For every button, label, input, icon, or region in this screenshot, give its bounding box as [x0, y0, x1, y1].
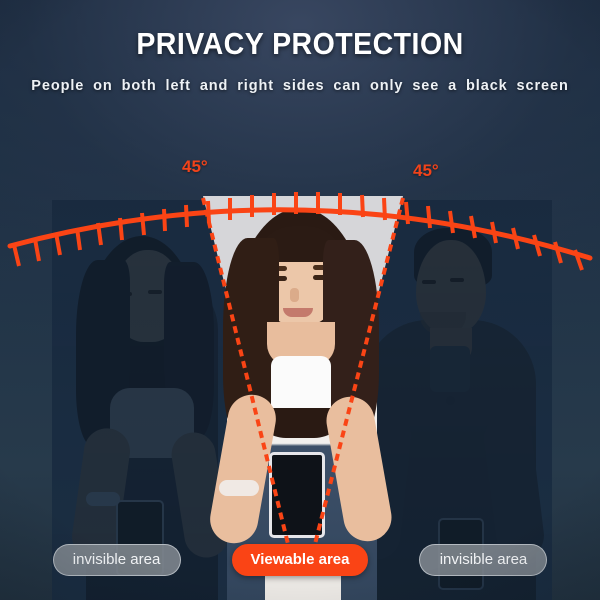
legend-pill-invisible-left[interactable]: invisible area: [52, 544, 181, 576]
page-title: PRIVACY PROTECTION: [136, 26, 464, 61]
angle-label-left: 45°: [182, 157, 208, 176]
privacy-protection-infographic: 45° 45° PRIVACY PROTECTION People on bot…: [0, 0, 600, 600]
person-center-visible: [205, 180, 396, 600]
center-person-band: [0, 150, 600, 600]
legend-pill-viewable[interactable]: Viewable area: [231, 544, 369, 576]
page-subtitle: People on both left and right sides can …: [31, 78, 569, 94]
legend-pill-row: invisible area Viewable area invisible a…: [0, 544, 600, 576]
angle-label-right: 45°: [413, 161, 439, 180]
legend-pill-invisible-right[interactable]: invisible area: [419, 544, 548, 576]
